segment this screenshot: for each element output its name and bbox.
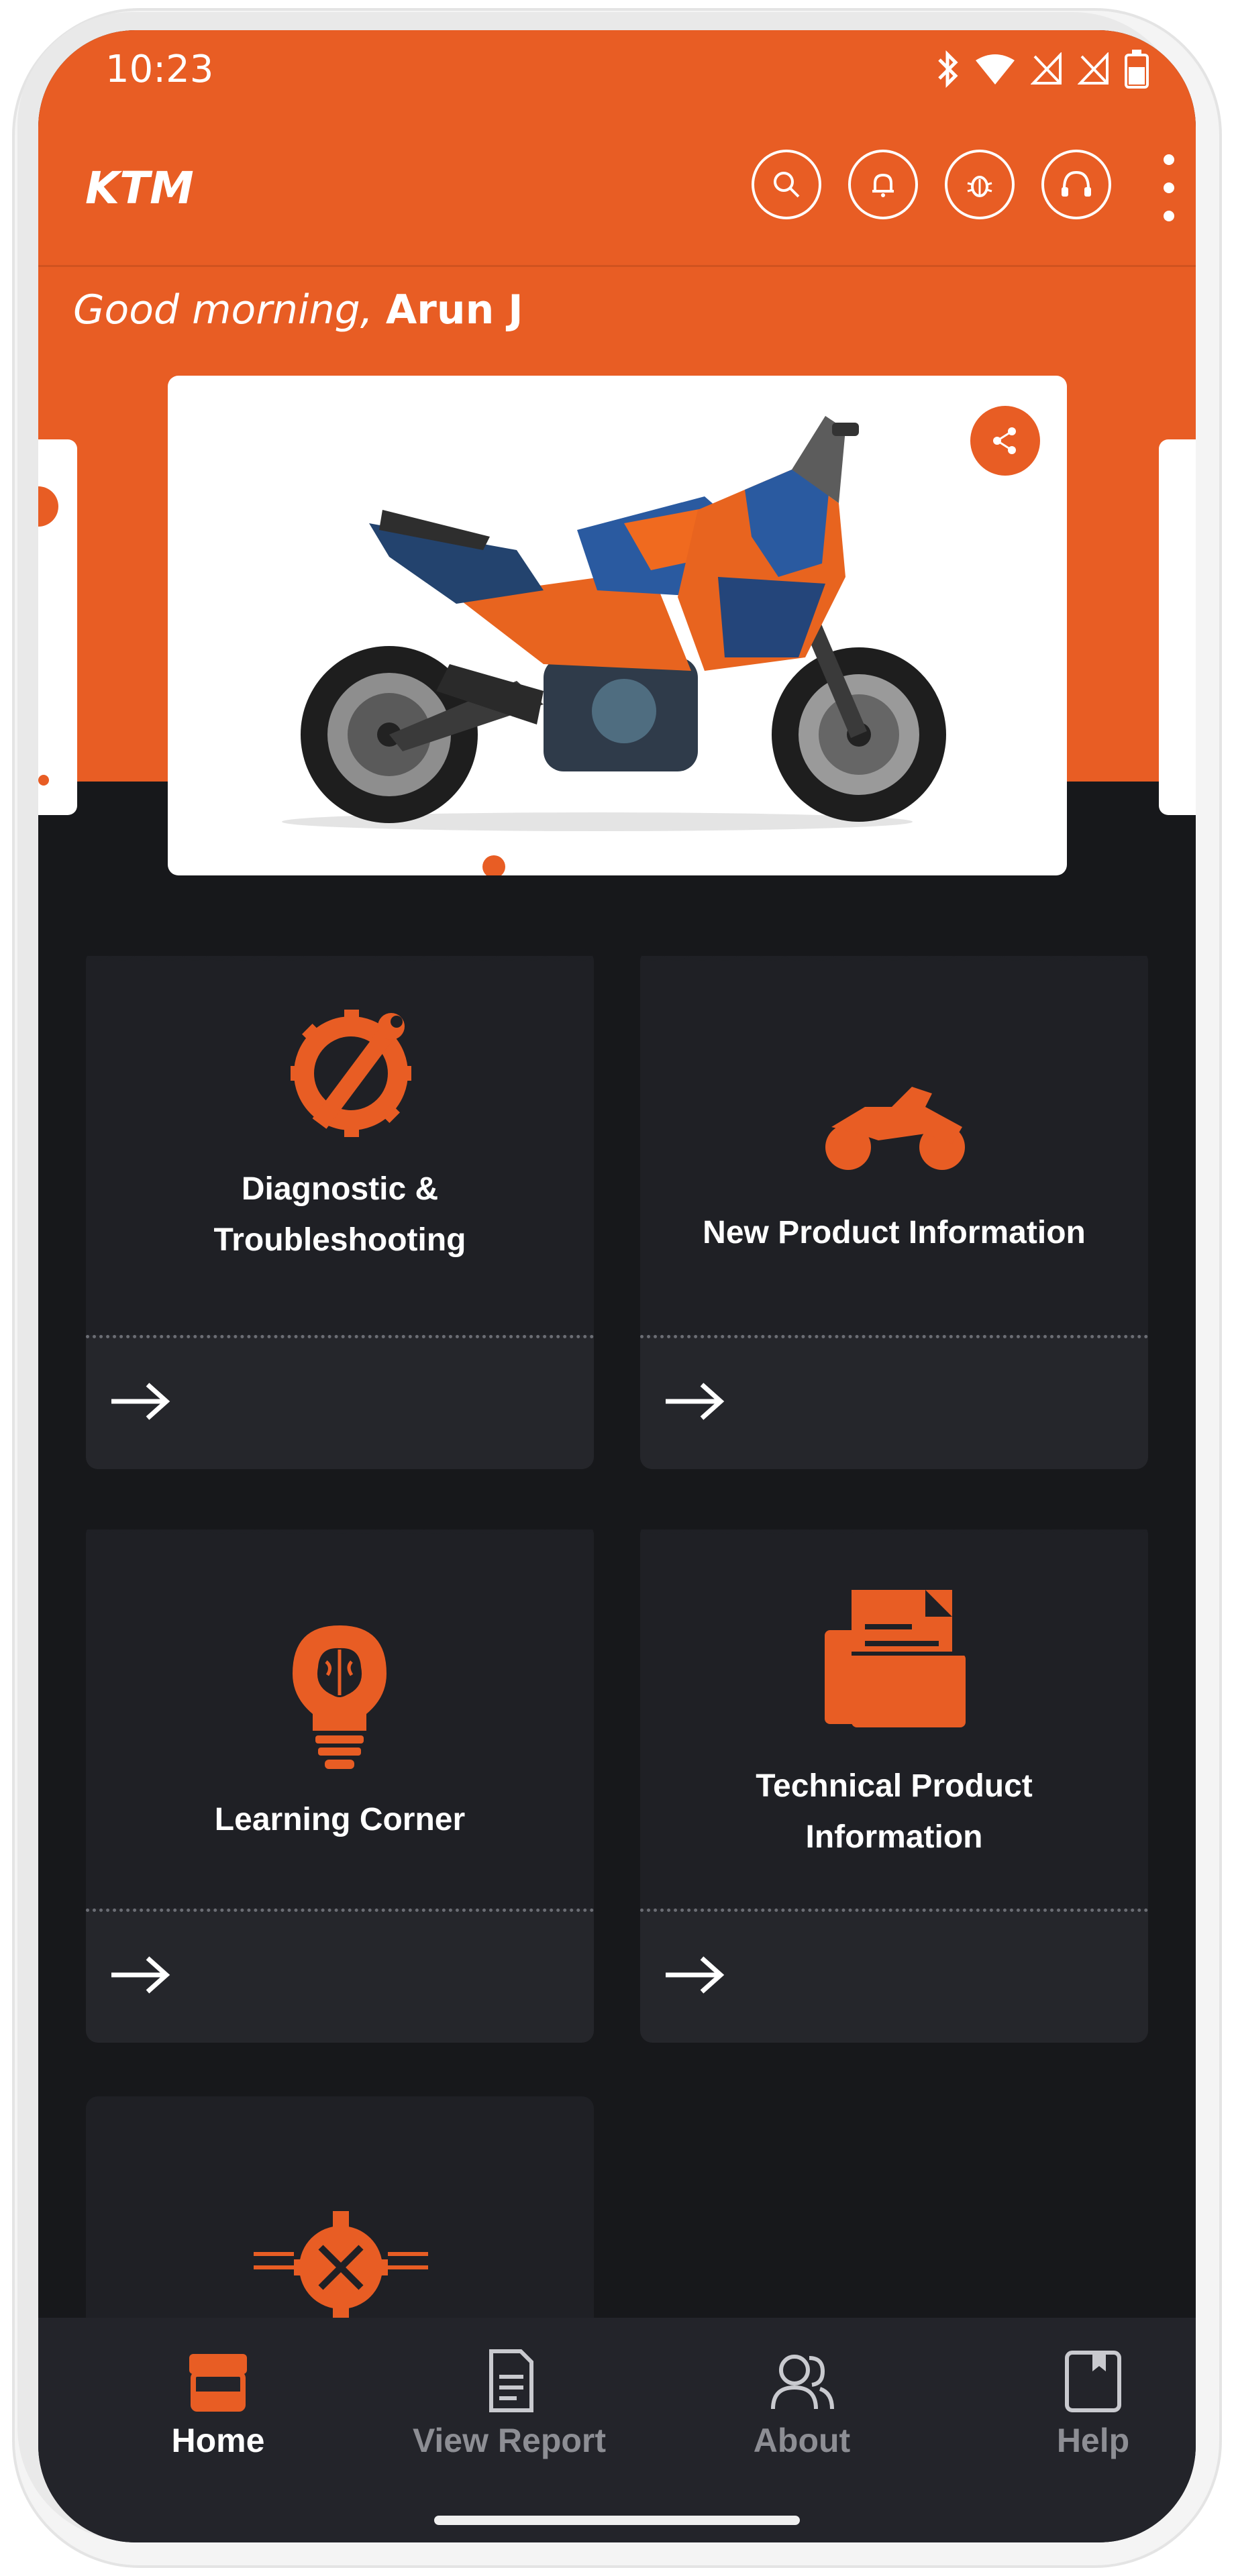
user-name: Arun J (385, 286, 523, 333)
ktm-logo: KTM (85, 162, 240, 214)
support-button[interactable] (1041, 150, 1111, 219)
tile-footer[interactable] (640, 1335, 1148, 1469)
home-indicator[interactable] (434, 2516, 800, 2525)
users-icon (771, 2355, 834, 2410)
tile-new-product[interactable]: New Product Information (640, 949, 1148, 1469)
gear-wrench-icon (291, 1010, 411, 1137)
app-screen: 10:23 KTM Good morning, Arun J Diagnosti… (38, 30, 1196, 2542)
carousel-card[interactable] (168, 376, 1067, 875)
tile-title: Diagnostic & (241, 1171, 439, 1207)
card-edge (86, 949, 594, 965)
tile-learning-corner[interactable]: Learning Corner (86, 1523, 594, 2043)
tile-title: Technical Product (756, 1768, 1033, 1804)
battery-icon (1125, 50, 1149, 89)
arrow-right-icon (111, 1383, 170, 1420)
tile-title: Learning Corner (214, 1802, 466, 1837)
report-icon (489, 2349, 533, 2412)
documents-icon (825, 1590, 966, 1727)
headset-icon (1062, 170, 1091, 197)
share-icon (993, 427, 1016, 454)
notifications-button[interactable] (848, 150, 918, 219)
bulb-brain-icon (293, 1625, 387, 1769)
bell-icon (872, 173, 894, 197)
tile-footer[interactable] (86, 1909, 594, 2043)
card-edge (86, 1523, 594, 1539)
bookmark-icon (1065, 2351, 1121, 2412)
tile-title: New Product Information (703, 1215, 1086, 1250)
card-edge (640, 1523, 1148, 1539)
arrow-right-icon (111, 1956, 170, 1994)
bluetooth-icon (938, 50, 958, 88)
motorcycle-icon (825, 1087, 965, 1170)
nav-label: View Report (412, 2422, 607, 2459)
arrow-right-icon (666, 1383, 725, 1420)
tile-footer[interactable] (86, 1335, 594, 1469)
motorcycle-image (282, 416, 946, 831)
search-button[interactable] (752, 150, 821, 219)
nav-label: Help (1056, 2422, 1130, 2459)
signal-off-icon (1078, 52, 1109, 85)
status-icons (937, 49, 1149, 89)
card-edge (640, 949, 1148, 965)
share-button[interactable] (970, 406, 1040, 476)
bug-icon (967, 176, 992, 197)
tile-footer[interactable] (640, 1909, 1148, 2043)
brand-text: KTM (85, 164, 194, 211)
nav-label: About (753, 2422, 851, 2459)
appbar-divider (38, 265, 1196, 267)
bottom-navigation: Home View Report About Help (38, 2318, 1196, 2542)
carousel-indicator (482, 855, 505, 875)
nav-about[interactable]: About (701, 2345, 903, 2479)
nav-help[interactable]: Help (992, 2345, 1194, 2479)
carousel-next-card[interactable] (1159, 439, 1196, 815)
store-icon (189, 2354, 247, 2412)
status-time: 10:23 (105, 48, 214, 91)
arrow-right-icon (666, 1956, 725, 1994)
gear-tools-icon (254, 2211, 428, 2324)
nav-label: Home (171, 2422, 265, 2459)
search-icon (774, 172, 800, 198)
nav-view-report[interactable]: View Report (409, 2345, 610, 2479)
nav-home[interactable]: Home (117, 2345, 319, 2479)
wifi-icon (976, 54, 1015, 85)
carousel-prev-card[interactable] (38, 439, 77, 815)
tile-technical-product[interactable]: Technical Product Information (640, 1523, 1148, 2043)
greeting-text: Good morning, Arun J (73, 286, 523, 333)
bug-report-button[interactable] (945, 150, 1015, 219)
tile-title: Troubleshooting (213, 1222, 466, 1258)
tile-title: Information (805, 1819, 983, 1855)
signal-off-icon (1031, 52, 1062, 85)
more-menu-button[interactable] (1159, 154, 1179, 221)
tile-diagnostic[interactable]: Diagnostic & Troubleshooting (86, 949, 594, 1469)
